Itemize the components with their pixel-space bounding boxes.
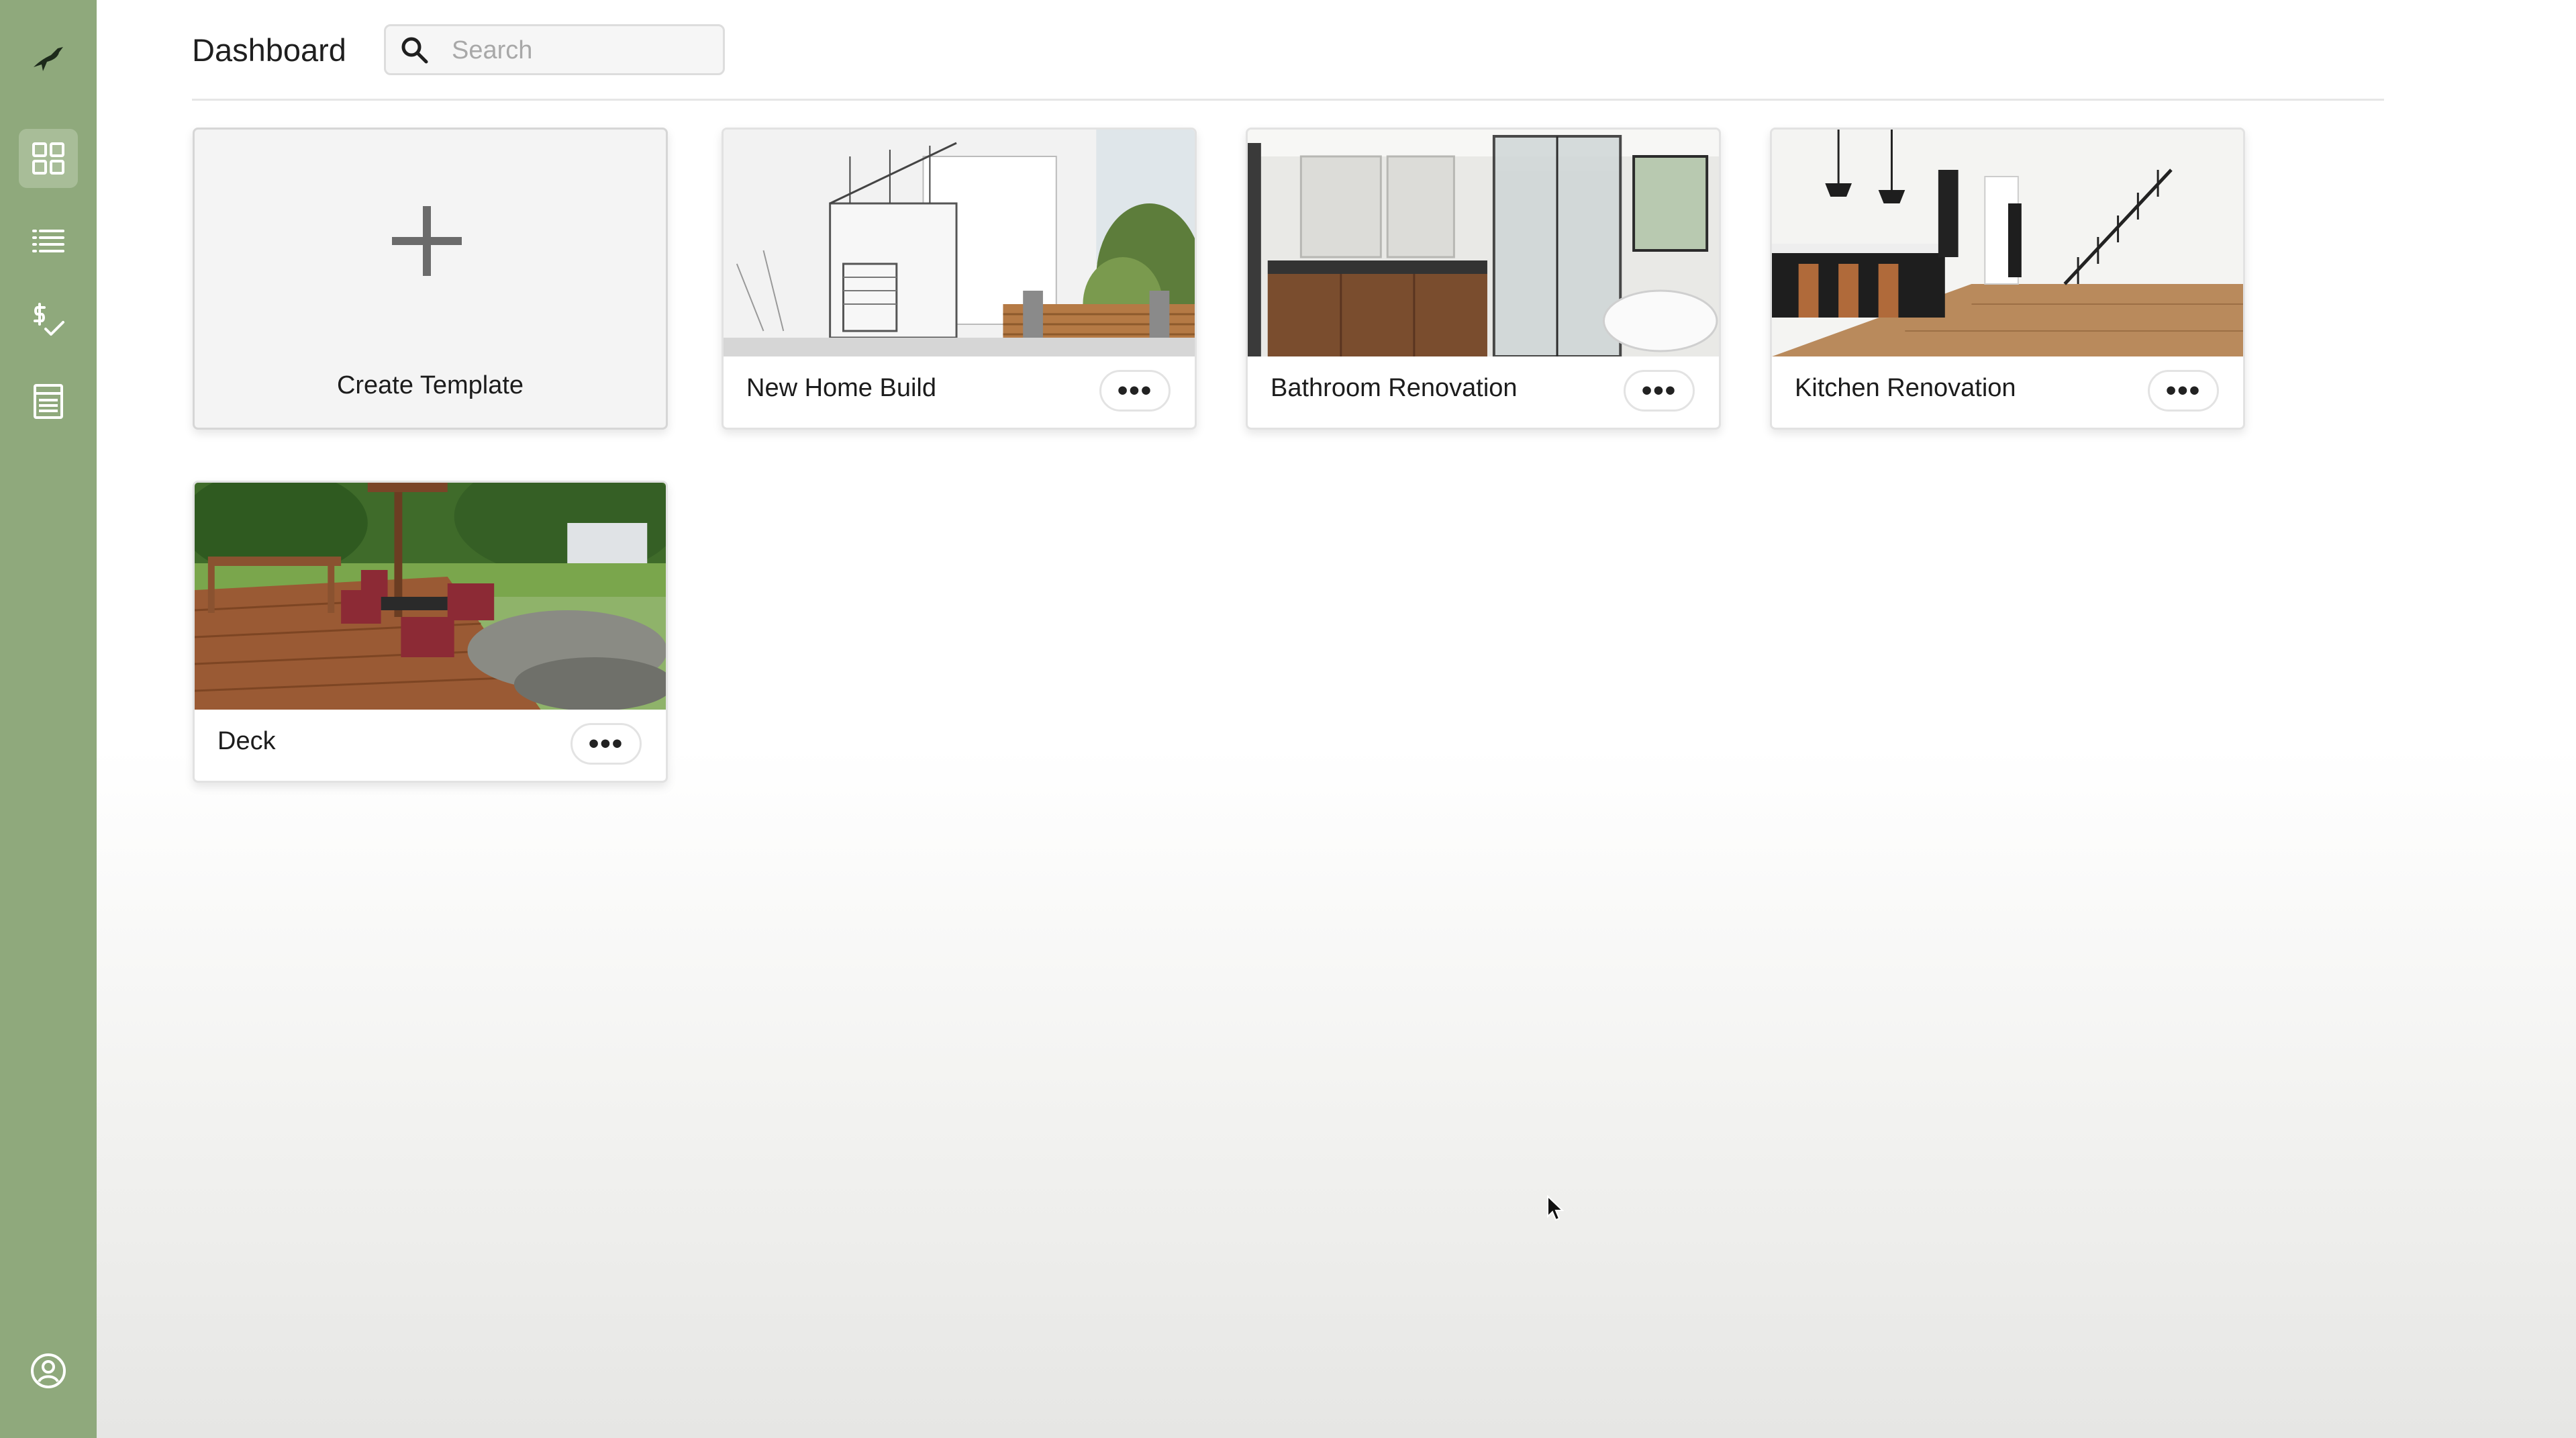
more-options-button[interactable]: •••: [1624, 370, 1695, 412]
more-options-button[interactable]: •••: [571, 723, 642, 765]
user-circle-icon[interactable]: [19, 1341, 78, 1400]
kitchen-renovation-image: [1772, 130, 2243, 356]
template-label: Kitchen Renovation: [1795, 374, 2016, 402]
search-input[interactable]: [450, 33, 715, 68]
mouse-cursor-icon: [1547, 1195, 1564, 1221]
grid-dashboard-icon[interactable]: [19, 129, 78, 188]
template-card-new-home-build[interactable]: New Home Build •••: [722, 128, 1197, 430]
bathroom-renovation-image: [1248, 130, 1719, 356]
more-options-button[interactable]: •••: [1099, 370, 1171, 412]
new-home-build-image: [724, 130, 1195, 356]
deck-image: [195, 483, 666, 710]
sidebar: [0, 0, 97, 1438]
header-divider: [192, 99, 2384, 101]
list-icon[interactable]: [19, 211, 78, 270]
search-box[interactable]: [384, 24, 725, 75]
create-template-card[interactable]: Create Template: [193, 128, 668, 430]
more-icon: •••: [1641, 374, 1677, 407]
template-card-deck[interactable]: Deck •••: [193, 481, 668, 783]
template-label: New Home Build: [746, 374, 936, 402]
template-card-bathroom-renovation[interactable]: Bathroom Renovation •••: [1246, 128, 1721, 430]
more-icon: •••: [2165, 374, 2201, 407]
plus-icon: [392, 206, 462, 276]
template-label: Deck: [217, 727, 276, 755]
search-icon: [401, 37, 428, 64]
more-icon: •••: [1117, 374, 1153, 407]
page-title: Dashboard: [192, 32, 346, 68]
create-template-label: Create Template: [336, 371, 524, 399]
dollar-check-icon[interactable]: [19, 291, 78, 350]
more-icon: •••: [588, 727, 624, 760]
more-options-button[interactable]: •••: [2148, 370, 2219, 412]
bird-logo-icon[interactable]: [19, 31, 78, 90]
template-label: Bathroom Renovation: [1271, 374, 1518, 402]
template-card-kitchen-renovation[interactable]: Kitchen Renovation •••: [1770, 128, 2245, 430]
document-icon[interactable]: [19, 372, 78, 431]
